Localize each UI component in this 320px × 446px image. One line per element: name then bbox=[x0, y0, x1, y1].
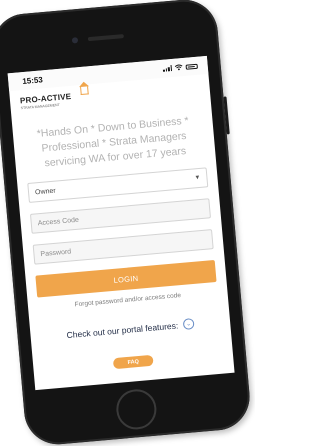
login-form: Owner ▼ Access Code Password LOGIN Forgo… bbox=[17, 166, 227, 312]
chevron-down-circle-icon[interactable]: ⌄ bbox=[182, 318, 195, 330]
access-code-field[interactable]: Access Code bbox=[29, 198, 212, 234]
phone-screen: 15:53 PRO-ACTIVE STRATA MANAGEMENT *Hand… bbox=[7, 55, 235, 391]
password-placeholder: Password bbox=[40, 247, 72, 258]
battery-icon bbox=[185, 63, 198, 70]
chevron-down-icon: ▼ bbox=[194, 174, 201, 182]
side-button bbox=[223, 96, 230, 135]
home-button[interactable] bbox=[114, 387, 159, 432]
faq-button[interactable]: FAQ bbox=[112, 354, 154, 370]
house-logo-icon bbox=[80, 86, 89, 96]
wifi-icon bbox=[174, 64, 183, 71]
speaker-icon bbox=[87, 34, 124, 42]
portal-features-link[interactable]: Check out our portal features: ⌄ bbox=[30, 315, 230, 343]
stage: 15:53 PRO-ACTIVE STRATA MANAGEMENT *Hand… bbox=[0, 0, 255, 446]
role-select-value: Owner bbox=[34, 187, 56, 196]
access-code-placeholder: Access Code bbox=[37, 216, 80, 227]
phone-frame: 15:53 PRO-ACTIVE STRATA MANAGEMENT *Hand… bbox=[0, 0, 253, 446]
camera-icon bbox=[71, 37, 79, 44]
status-time: 15:53 bbox=[21, 74, 44, 86]
signal-icon bbox=[162, 65, 173, 72]
portal-features-label: Check out our portal features: bbox=[66, 319, 179, 340]
status-icons bbox=[162, 63, 198, 72]
password-field[interactable]: Password bbox=[32, 229, 214, 265]
